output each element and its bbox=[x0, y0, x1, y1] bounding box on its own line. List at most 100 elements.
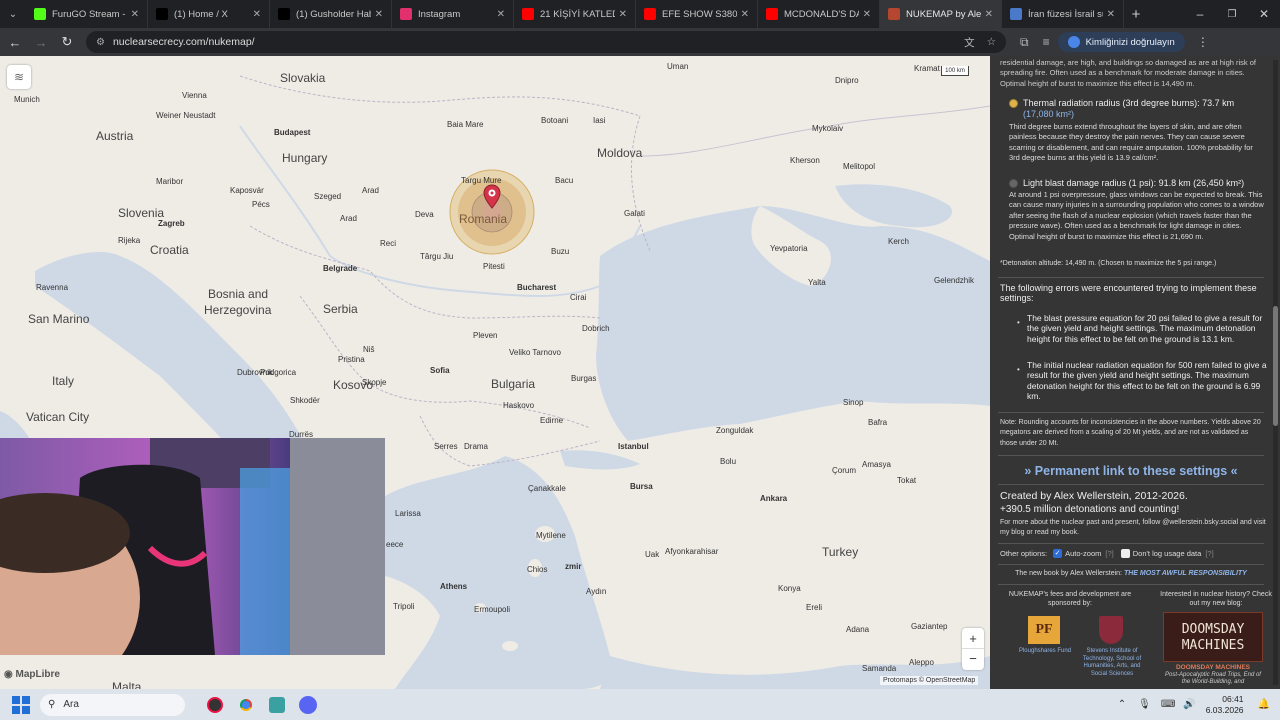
youtube-icon bbox=[644, 8, 656, 20]
errors-intro: The following errors were encountered tr… bbox=[1000, 283, 1257, 304]
tab-close-icon[interactable]: ✕ bbox=[863, 9, 871, 20]
browser-tab[interactable]: NUKEMAP by Alex W ✕ bbox=[880, 0, 1002, 28]
tab-title: FuruGO Stream - Wa bbox=[52, 8, 127, 20]
city-label: Serres bbox=[434, 442, 458, 451]
tab-close-icon[interactable]: ✕ bbox=[375, 9, 383, 20]
tab-close-icon[interactable]: ✕ bbox=[985, 9, 993, 20]
city-label: Weiner Neustadt bbox=[156, 111, 216, 120]
autozoom-label[interactable]: Auto-zoom bbox=[1065, 549, 1101, 558]
city-label: Afyonkarahisar bbox=[665, 547, 719, 556]
browser-tab[interactable]: İran füzesi İsrail süre ✕ bbox=[1002, 0, 1124, 28]
microphone-icon[interactable]: 🎙 bbox=[1138, 699, 1151, 710]
notifications-icon[interactable]: 🔔 bbox=[1258, 699, 1270, 710]
dont-log-checkbox[interactable] bbox=[1120, 549, 1130, 558]
doomsday-caption[interactable]: DOOMSDAY MACHINES bbox=[1163, 664, 1263, 671]
media-icon[interactable]: ≡ bbox=[1043, 35, 1050, 49]
new-book-link[interactable]: THE MOST AWFUL RESPONSIBILITY bbox=[1124, 570, 1247, 577]
tab-close-icon[interactable]: ✕ bbox=[497, 9, 505, 20]
city-label: Yalta bbox=[808, 278, 826, 287]
city-label: Çanakkale bbox=[528, 484, 566, 493]
divider bbox=[998, 484, 1264, 485]
tray-overflow-icon[interactable]: ⌃ bbox=[1118, 699, 1126, 710]
divider bbox=[998, 584, 1264, 585]
country-label: Slovenia bbox=[118, 206, 165, 220]
taskbar-app-extension-icon[interactable] bbox=[269, 696, 285, 713]
taskbar-app-discord-icon[interactable] bbox=[299, 695, 317, 714]
verify-identity-button[interactable]: Kimliğinizi doğrulayın bbox=[1057, 32, 1185, 52]
autozoom-checkbox[interactable]: ✓ bbox=[1053, 549, 1063, 558]
city-label: Gaziantep bbox=[911, 622, 948, 631]
city-label: Sofia bbox=[430, 366, 450, 375]
maximize-button[interactable]: ❐ bbox=[1216, 9, 1248, 20]
browser-tab[interactable]: (1) Gusholder Haber ✕ bbox=[270, 0, 392, 28]
maplibre-logo[interactable]: ◉ MapLibre bbox=[4, 669, 60, 680]
volume-icon[interactable]: 🔊 bbox=[1183, 699, 1195, 710]
start-button[interactable] bbox=[12, 695, 30, 714]
divider bbox=[998, 412, 1264, 413]
zoom-in-button[interactable]: + bbox=[962, 628, 984, 649]
light-blast-title: Light blast damage radius (1 psi): 91.8 … bbox=[1023, 178, 1245, 188]
streamer-video bbox=[0, 438, 385, 655]
city-label: Adana bbox=[846, 625, 870, 634]
menu-icon[interactable]: ⋮ bbox=[1197, 35, 1209, 49]
tab-close-icon[interactable]: ✕ bbox=[619, 9, 627, 20]
browser-tab[interactable]: EFE SHOW S3808 | M ✕ bbox=[636, 0, 758, 28]
city-label: Gelendzhik bbox=[934, 276, 975, 285]
tab-close-icon[interactable]: ✕ bbox=[741, 9, 749, 20]
thermal-radiation-area: (17,080 km²) bbox=[1023, 109, 1075, 119]
ground-zero-pin-icon[interactable] bbox=[483, 184, 501, 210]
bookmark-star-icon[interactable]: ☆ bbox=[987, 36, 996, 48]
network-icon[interactable]: ⌨ bbox=[1161, 699, 1175, 710]
clock[interactable]: 06:41 6.03.2026 bbox=[1206, 694, 1244, 716]
url-field[interactable]: ⚙ nuclearsecrecy.com/nukemap/ 文 ☆ bbox=[86, 31, 1006, 53]
back-button[interactable]: ← bbox=[4, 31, 26, 53]
taskbar-app-chrome-icon[interactable] bbox=[237, 695, 255, 714]
extensions-icon[interactable]: ⧉ bbox=[1020, 35, 1029, 50]
results-sidebar: residential damage, are high, and buildi… bbox=[990, 56, 1280, 689]
scale-bar: 100 km bbox=[941, 66, 969, 76]
translate-icon[interactable]: 文 bbox=[964, 35, 975, 50]
taskbar-app-obs-icon[interactable] bbox=[207, 696, 223, 713]
zoom-out-button[interactable]: − bbox=[962, 649, 984, 669]
tab-title: NUKEMAP by Alex W bbox=[906, 8, 981, 20]
dont-log-label[interactable]: Don't log usage data bbox=[1133, 549, 1202, 558]
city-label: Ereli bbox=[806, 603, 823, 612]
city-label: Vienna bbox=[182, 91, 207, 100]
ploughshares-logo[interactable]: PF bbox=[1028, 616, 1060, 644]
country-label: Serbia bbox=[323, 302, 358, 316]
site-info-icon[interactable]: ⚙ bbox=[96, 37, 105, 48]
maplibre-icon: ◉ bbox=[4, 669, 13, 680]
reload-button[interactable]: ↻ bbox=[56, 31, 78, 53]
stevens-shield-icon[interactable] bbox=[1099, 616, 1123, 644]
browser-tab[interactable]: Instagram ✕ bbox=[392, 0, 514, 28]
nukemap-icon bbox=[888, 8, 900, 20]
ploughshares-link[interactable]: Ploughshares Fund bbox=[1012, 648, 1078, 654]
city-label: Kerch bbox=[888, 237, 909, 246]
tab-close-icon[interactable]: ✕ bbox=[1107, 9, 1115, 20]
autozoom-help-link[interactable]: [?] bbox=[1105, 549, 1113, 558]
doomsday-machines-banner[interactable]: DOOMSDAY MACHINES bbox=[1163, 612, 1263, 662]
taskbar-search[interactable]: ⚲ Ara bbox=[40, 693, 185, 716]
city-label: Botoani bbox=[541, 116, 569, 125]
tab-search-button[interactable]: ⌄ bbox=[0, 0, 26, 28]
new-book-line: The new book by Alex Wellerstein: THE MO… bbox=[1000, 570, 1262, 577]
tab-close-icon[interactable]: ✕ bbox=[253, 9, 261, 20]
browser-tab[interactable]: FuruGO Stream - Wa ✕ bbox=[26, 0, 148, 28]
close-window-button[interactable]: ✕ bbox=[1248, 7, 1280, 21]
stevens-link[interactable]: Stevens Institute of Technology, School … bbox=[1082, 648, 1142, 678]
layers-button[interactable]: ≋ bbox=[7, 65, 31, 89]
map-attribution[interactable]: Protomaps © OpenStreetMap bbox=[880, 676, 979, 685]
browser-tab[interactable]: 21 KİŞİYİ KATLEDEN ( ✕ bbox=[514, 0, 636, 28]
permanent-link[interactable]: » Permanent link to these settings « bbox=[1000, 464, 1262, 478]
scrollbar-thumb[interactable] bbox=[1273, 306, 1278, 426]
browser-tab[interactable]: MCDONALD'S DA YA ✕ bbox=[758, 0, 880, 28]
clock-time: 06:41 bbox=[1222, 693, 1244, 704]
forward-button[interactable]: → bbox=[30, 31, 52, 53]
country-label: Vatican City bbox=[26, 410, 90, 424]
tab-close-icon[interactable]: ✕ bbox=[131, 9, 139, 20]
dont-log-help-link[interactable]: [?] bbox=[1205, 549, 1213, 558]
minimize-button[interactable]: – bbox=[1184, 7, 1216, 21]
tab-title: 21 KİŞİYİ KATLEDEN ( bbox=[540, 8, 615, 20]
new-tab-button[interactable]: + bbox=[1124, 6, 1148, 23]
browser-tab[interactable]: (1) Home / X ✕ bbox=[148, 0, 270, 28]
